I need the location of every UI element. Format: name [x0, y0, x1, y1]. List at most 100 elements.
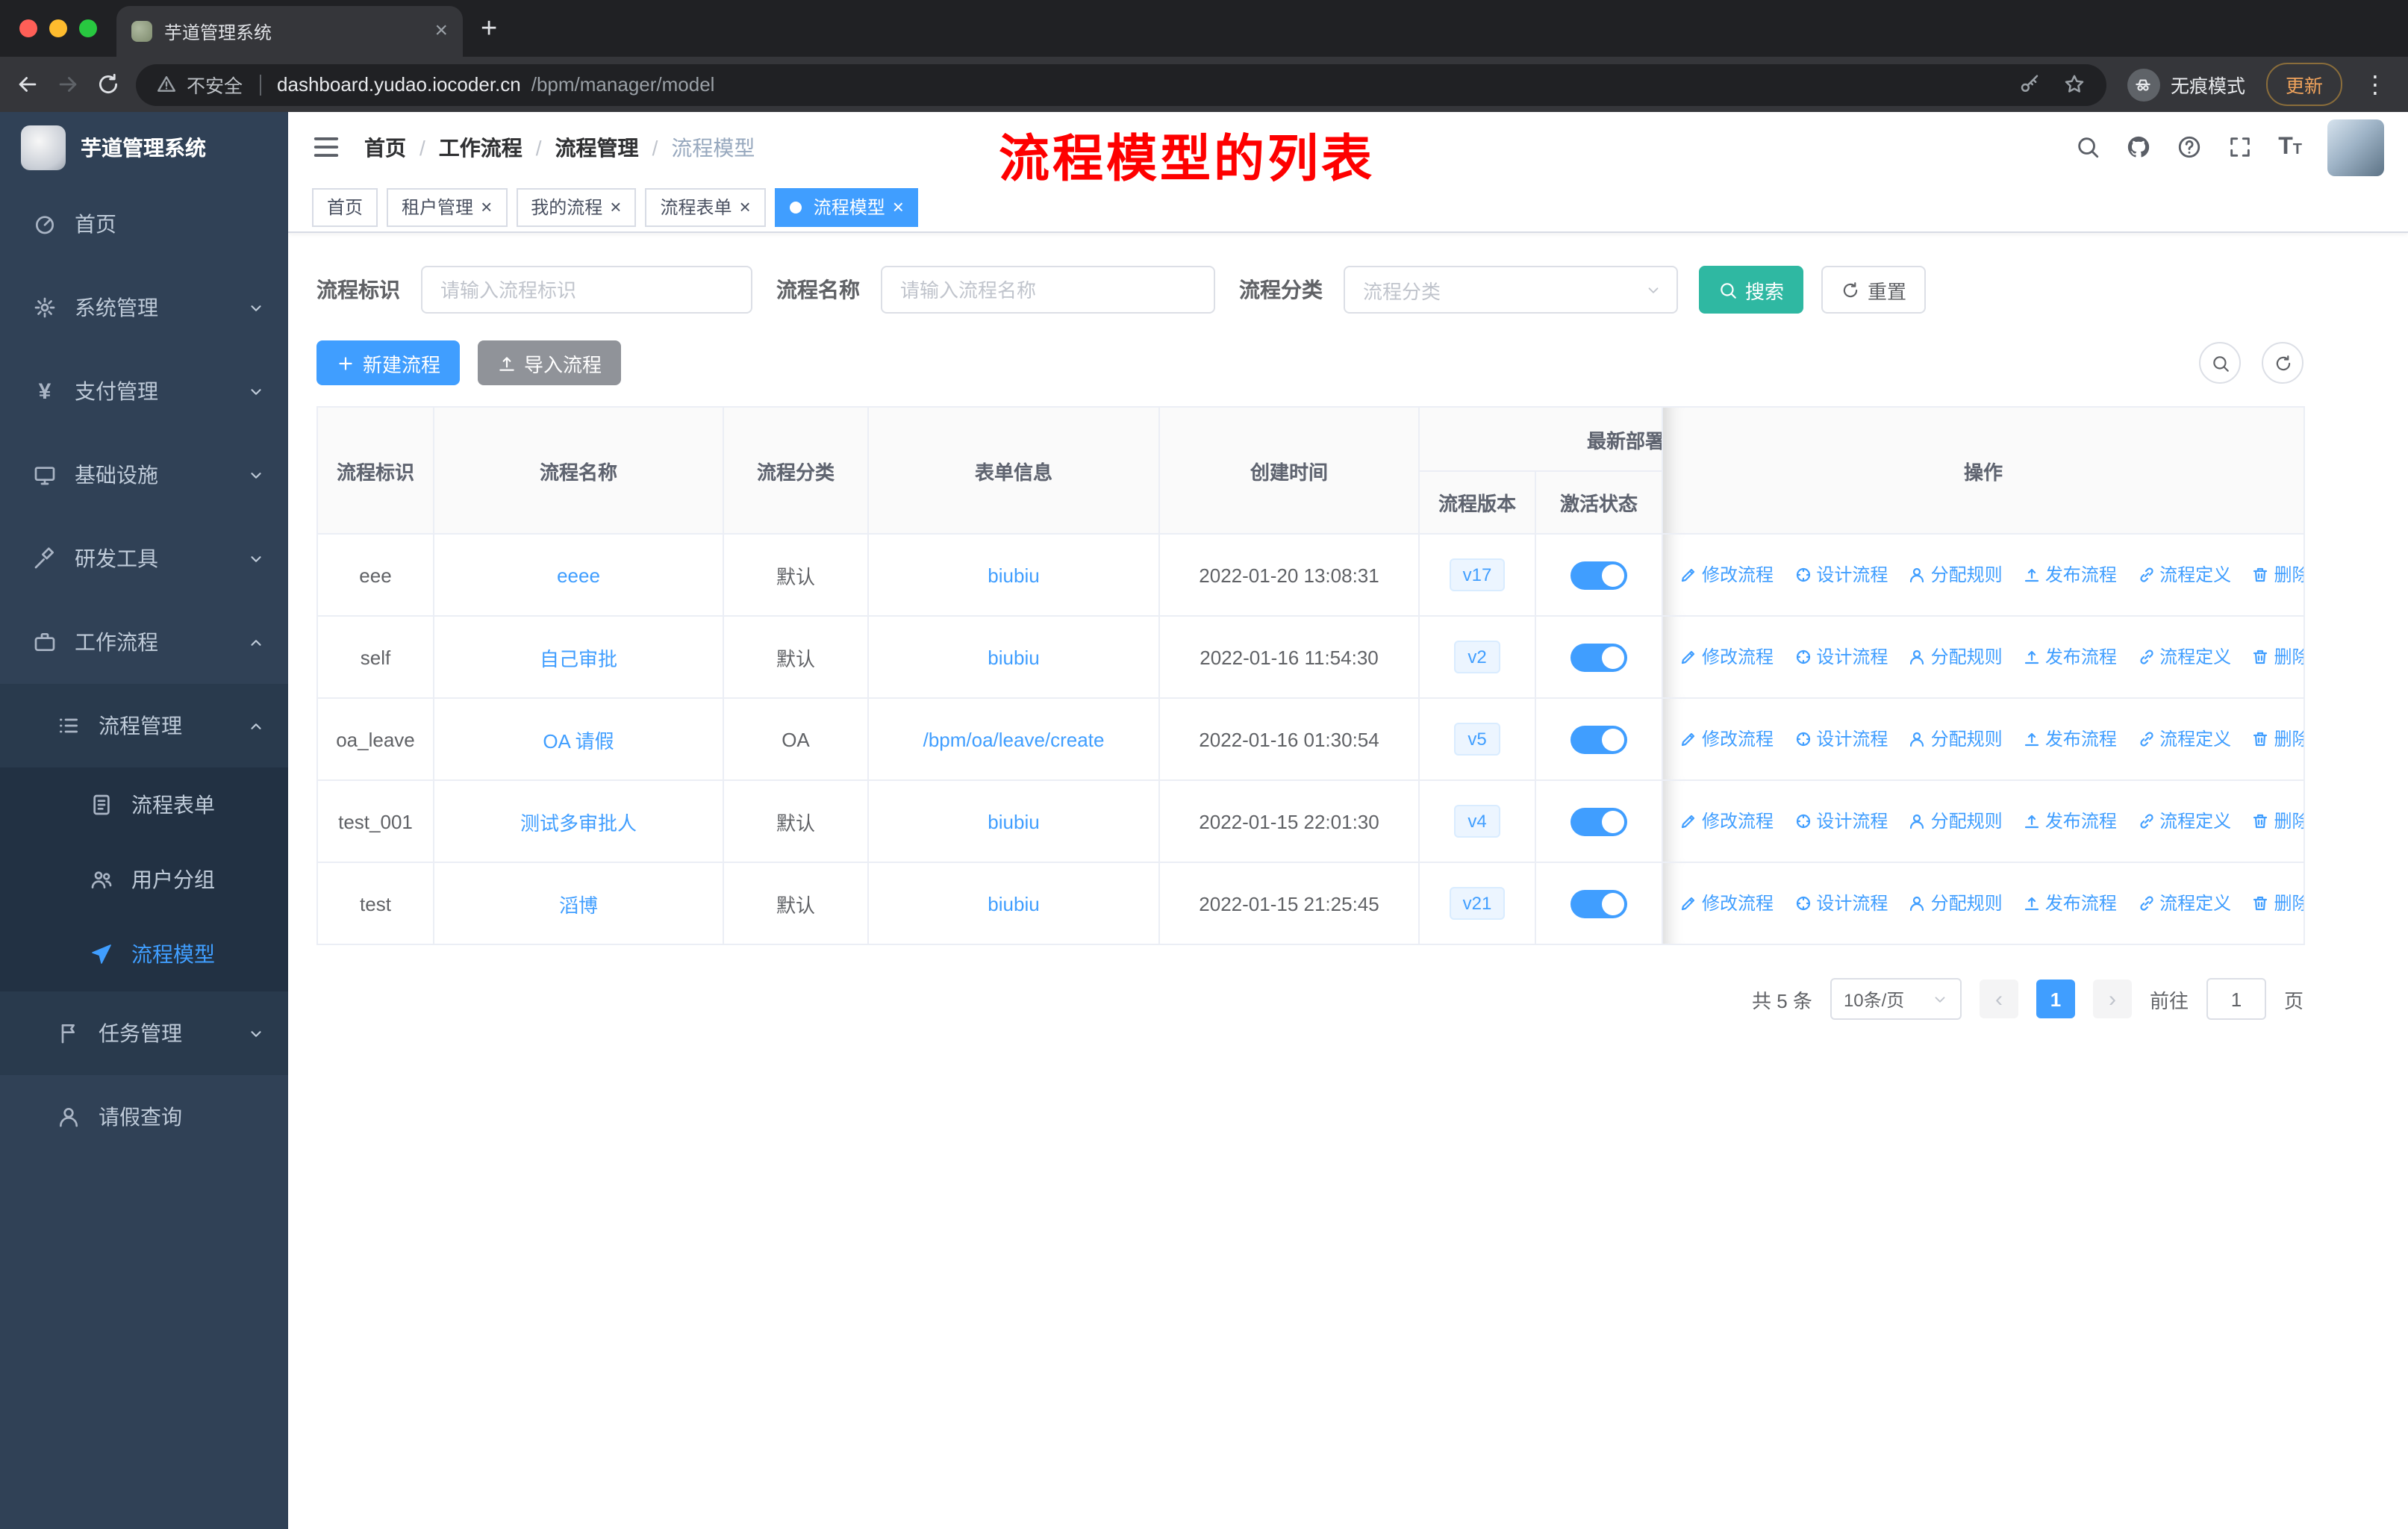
- breadcrumb-process-management[interactable]: 流程管理: [555, 132, 639, 162]
- sidebar-item-process-form[interactable]: 流程表单: [0, 767, 288, 842]
- tab-close-icon[interactable]: ×: [434, 19, 448, 42]
- action-publish[interactable]: 发布流程: [2023, 644, 2117, 670]
- reset-button[interactable]: 重置: [1821, 266, 1927, 314]
- action-assign-rule[interactable]: 分配规则: [1909, 891, 2003, 916]
- breadcrumb-workflow[interactable]: 工作流程: [439, 132, 523, 162]
- search-button[interactable]: 搜索: [1699, 266, 1804, 314]
- tag-home[interactable]: 首页: [312, 187, 378, 226]
- tag-process-model[interactable]: 流程模型 ×: [774, 187, 919, 226]
- goto-page-input[interactable]: [2206, 978, 2266, 1020]
- action-publish[interactable]: 发布流程: [2023, 809, 2117, 834]
- page-1-button[interactable]: 1: [2036, 980, 2075, 1018]
- action-edit[interactable]: 修改流程: [1679, 891, 1774, 916]
- action-definition[interactable]: 流程定义: [2137, 726, 2231, 752]
- process-name-input[interactable]: [881, 266, 1215, 314]
- close-window-button[interactable]: [19, 19, 37, 37]
- close-icon[interactable]: ×: [610, 196, 621, 216]
- form-link[interactable]: biubiu: [988, 892, 1039, 915]
- reload-icon[interactable]: [96, 72, 121, 97]
- search-icon[interactable]: [2075, 134, 2100, 160]
- toggle-search-button[interactable]: [2199, 342, 2241, 384]
- help-icon[interactable]: [2177, 134, 2202, 160]
- action-edit[interactable]: 修改流程: [1679, 562, 1774, 588]
- tag-process-form[interactable]: 流程表单 ×: [645, 187, 766, 226]
- process-name-link[interactable]: OA 请假: [543, 729, 614, 752]
- github-icon[interactable]: [2126, 134, 2151, 160]
- action-delete[interactable]: 删除: [2251, 562, 2303, 588]
- breadcrumb-home[interactable]: 首页: [364, 132, 406, 162]
- action-assign-rule[interactable]: 分配规则: [1909, 726, 2003, 752]
- action-assign-rule[interactable]: 分配规则: [1909, 562, 2003, 588]
- browser-tab[interactable]: 芋道管理系统 ×: [116, 6, 463, 57]
- action-definition[interactable]: 流程定义: [2137, 891, 2231, 916]
- action-publish[interactable]: 发布流程: [2023, 891, 2117, 916]
- tag-tenant[interactable]: 租户管理 ×: [387, 187, 508, 226]
- sidebar-item-user-group[interactable]: 用户分组: [0, 842, 288, 917]
- action-delete[interactable]: 删除: [2251, 644, 2303, 670]
- process-name-link[interactable]: 测试多审批人: [520, 812, 637, 834]
- sidebar-item-process-management[interactable]: 流程管理: [0, 684, 288, 767]
- logo[interactable]: 芋道管理系统: [0, 112, 288, 182]
- process-name-link[interactable]: 自己审批: [540, 647, 617, 670]
- process-key-input[interactable]: [421, 266, 752, 314]
- action-assign-rule[interactable]: 分配规则: [1909, 644, 2003, 670]
- action-delete[interactable]: 删除: [2251, 891, 2303, 916]
- browser-menu-icon[interactable]: ⋮: [2363, 69, 2387, 99]
- active-toggle[interactable]: [1570, 561, 1627, 589]
- action-edit[interactable]: 修改流程: [1679, 644, 1774, 670]
- fullscreen-icon[interactable]: [2227, 134, 2253, 160]
- action-design[interactable]: 设计流程: [1794, 644, 1888, 670]
- create-process-button[interactable]: 新建流程: [316, 340, 461, 385]
- sidebar-item-system[interactable]: 系统管理: [0, 266, 288, 349]
- sidebar-item-leave-query[interactable]: 请假查询: [0, 1075, 288, 1159]
- hamburger-icon[interactable]: [312, 133, 340, 161]
- font-size-icon[interactable]: TT: [2278, 134, 2302, 161]
- form-link[interactable]: biubiu: [988, 810, 1039, 832]
- active-toggle[interactable]: [1570, 725, 1627, 753]
- refresh-table-button[interactable]: [2262, 342, 2303, 384]
- next-page-button[interactable]: ›: [2092, 980, 2132, 1018]
- close-icon[interactable]: ×: [481, 196, 492, 216]
- form-link[interactable]: biubiu: [988, 564, 1039, 586]
- bookmark-star-icon[interactable]: [2063, 73, 2086, 96]
- sidebar-item-infra[interactable]: 基础设施: [0, 433, 288, 517]
- forward-icon[interactable]: [55, 72, 81, 97]
- tag-my-process[interactable]: 我的流程 ×: [516, 187, 637, 226]
- action-publish[interactable]: 发布流程: [2023, 562, 2117, 588]
- import-process-button[interactable]: 导入流程: [478, 340, 622, 385]
- process-name-link[interactable]: eeee: [557, 564, 600, 586]
- active-toggle[interactable]: [1570, 889, 1627, 918]
- close-icon[interactable]: ×: [893, 196, 904, 216]
- sidebar-item-home[interactable]: 首页: [0, 182, 288, 266]
- back-icon[interactable]: [15, 72, 40, 97]
- address-bar[interactable]: 不安全 dashboard.yudao.iocoder.cn/bpm/manag…: [136, 63, 2106, 105]
- update-button[interactable]: 更新: [2265, 63, 2342, 106]
- action-design[interactable]: 设计流程: [1794, 891, 1888, 916]
- page-size-select[interactable]: 10条/页: [1830, 978, 1962, 1020]
- form-link[interactable]: biubiu: [988, 646, 1039, 668]
- action-design[interactable]: 设计流程: [1794, 562, 1888, 588]
- active-toggle[interactable]: [1570, 643, 1627, 671]
- sidebar-item-process-model[interactable]: 流程模型: [0, 917, 288, 991]
- action-design[interactable]: 设计流程: [1794, 809, 1888, 834]
- active-toggle[interactable]: [1570, 807, 1627, 835]
- avatar[interactable]: [2327, 119, 2384, 175]
- action-definition[interactable]: 流程定义: [2137, 809, 2231, 834]
- action-definition[interactable]: 流程定义: [2137, 644, 2231, 670]
- action-publish[interactable]: 发布流程: [2023, 726, 2117, 752]
- form-link[interactable]: /bpm/oa/leave/create: [923, 728, 1105, 750]
- prev-page-button[interactable]: ‹: [1979, 980, 2018, 1018]
- action-delete[interactable]: 删除: [2251, 809, 2303, 834]
- category-select[interactable]: 流程分类: [1344, 266, 1678, 314]
- process-name-link[interactable]: 滔博: [559, 894, 598, 916]
- action-edit[interactable]: 修改流程: [1679, 809, 1774, 834]
- action-assign-rule[interactable]: 分配规则: [1909, 809, 2003, 834]
- close-icon[interactable]: ×: [740, 196, 751, 216]
- key-icon[interactable]: [2018, 73, 2041, 96]
- action-design[interactable]: 设计流程: [1794, 726, 1888, 752]
- new-tab-button[interactable]: +: [481, 13, 497, 46]
- sidebar-item-devtools[interactable]: 研发工具: [0, 517, 288, 600]
- action-delete[interactable]: 删除: [2251, 726, 2303, 752]
- minimize-window-button[interactable]: [49, 19, 67, 37]
- sidebar-item-payment[interactable]: ¥ 支付管理: [0, 349, 288, 433]
